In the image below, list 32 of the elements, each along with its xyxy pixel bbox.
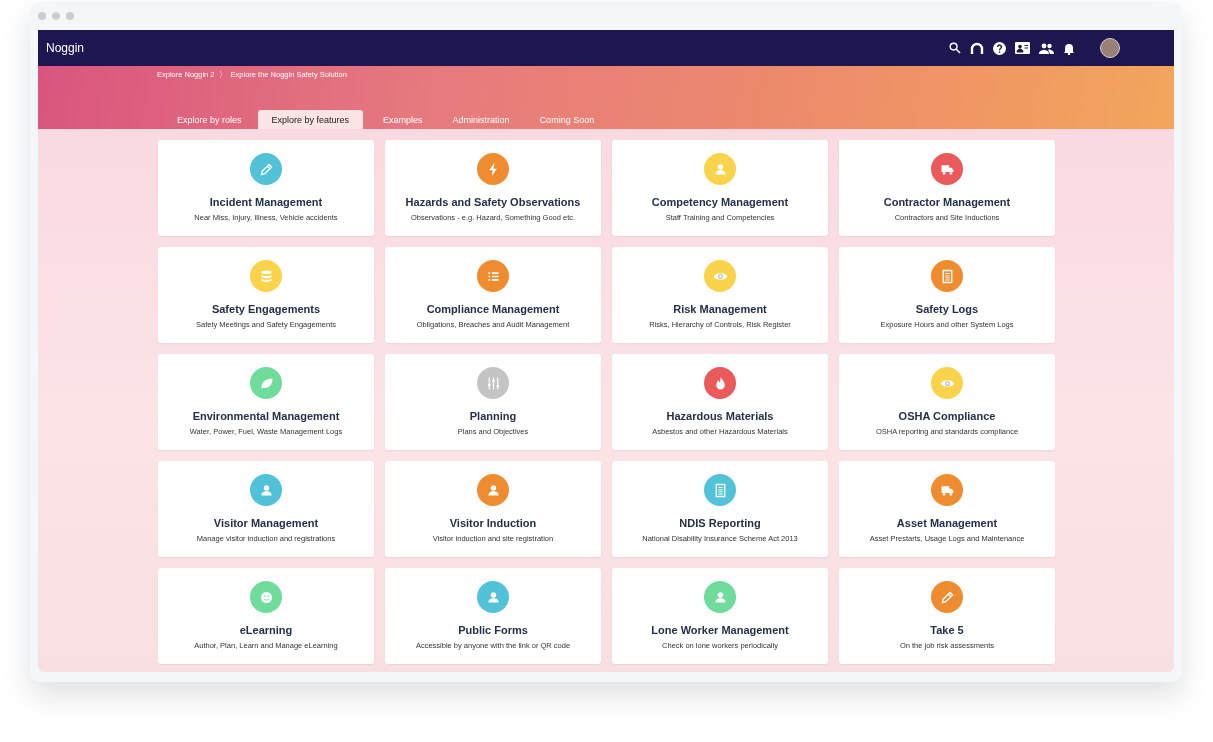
card-title: Competency Management	[651, 196, 789, 208]
card-title: NDIS Reporting	[679, 517, 761, 529]
card-title: Safety Logs	[915, 303, 979, 315]
card-title: Environmental Management	[192, 410, 340, 422]
card-title: Incident Management	[209, 196, 323, 208]
tab[interactable]: Explore by features	[257, 110, 364, 129]
contact-card-icon[interactable]	[1015, 42, 1030, 54]
window-dot[interactable]	[52, 12, 60, 20]
card-title: OSHA Compliance	[898, 410, 996, 422]
headset-icon[interactable]	[970, 42, 984, 54]
card-title: Hazards and Safety Observations	[405, 196, 581, 208]
user-avatar[interactable]	[1100, 38, 1120, 58]
card-title: Contractor Management	[883, 196, 1011, 208]
card-title: eLearning	[239, 624, 293, 636]
window-dot[interactable]	[66, 12, 74, 20]
window-dot[interactable]	[38, 12, 46, 20]
card-title: Risk Management	[673, 303, 767, 315]
card-title: Take 5	[930, 624, 964, 636]
app-title: Noggin	[46, 41, 85, 55]
card-title: Compliance Management	[426, 303, 560, 315]
card-title: Hazardous Materials	[666, 410, 774, 422]
search-icon[interactable]	[949, 42, 961, 54]
card-title: Visitor Management	[213, 517, 319, 529]
card-title: Lone Worker Management	[651, 624, 789, 636]
card-title: Public Forms	[458, 624, 528, 636]
card-title: Safety Engagements	[211, 303, 321, 315]
notification-bell-icon[interactable]	[1063, 41, 1075, 55]
people-icon[interactable]	[1039, 42, 1054, 54]
help-icon[interactable]	[993, 41, 1006, 55]
card-title: Planning	[469, 410, 517, 422]
card-title: Asset Management	[896, 517, 998, 529]
card-title: Visitor Induction	[449, 517, 537, 529]
